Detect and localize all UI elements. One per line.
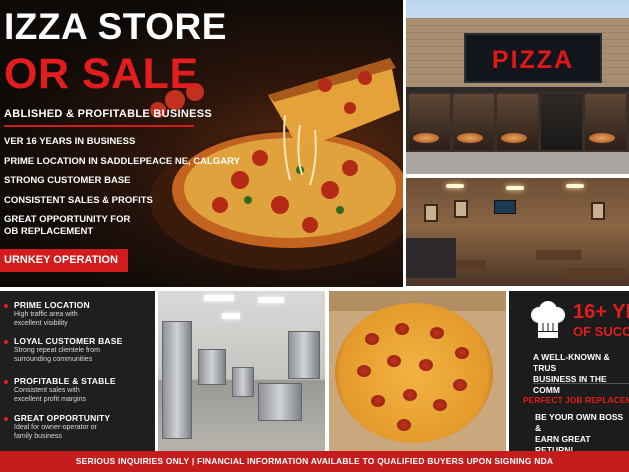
prep-counter: [258, 383, 302, 421]
sidewalk: [406, 152, 629, 174]
storefront-windows: [406, 92, 629, 152]
door: [541, 94, 582, 150]
booth-seat: [406, 238, 456, 278]
years-divider: [533, 383, 629, 384]
feature-item: PROFITABLE & STABLE Consistent sales wit…: [14, 376, 116, 404]
features-panel: PRIME LOCATION High traffic area with ex…: [0, 291, 155, 451]
hero-bullet: PRIME LOCATION IN SADDLEPEACE NE, CALGAR…: [4, 155, 240, 167]
hero-bullet: VER 16 YEARS IN BUSINESS: [4, 136, 136, 147]
ceiling-light: [506, 186, 524, 190]
footer-bar: SERIOUS INQUIRIES ONLY | FINANCIAL INFOR…: [0, 451, 629, 472]
feature-item: GREAT OPPORTUNITY Ideal for owner-operat…: [14, 413, 110, 441]
feature-desc: Strong repeat clientele from surrounding…: [14, 347, 100, 363]
feature-title: PROFITABLE & STABLE: [14, 376, 116, 386]
own-boss-text: BE YOUR OWN BOSS & EARN GREAT RETURN!: [535, 412, 624, 451]
hero-subtitle: ABLISHED & PROFITABLE BUSINESS: [4, 108, 213, 120]
hero-panel: IZZA STORE OR SALE ABLISHED & PROFITABLE…: [0, 0, 403, 287]
years-tagline: A WELL-KNOWN & TRUS BUSINESS IN THE COMM: [533, 352, 610, 395]
years-headline-2: OF SUCC: [573, 324, 629, 339]
hero-bullet: GREAT OPPORTUNITY FOR OB REPLACEMENT: [4, 214, 131, 237]
turnkey-banner: URNKEY OPERATION: [0, 249, 128, 272]
feature-title: LOYAL CUSTOMER BASE: [14, 336, 123, 346]
shelving: [288, 331, 320, 379]
pizza-box-photo: [329, 291, 506, 451]
feature-title: PRIME LOCATION: [14, 300, 90, 310]
ceiling-light: [204, 295, 234, 301]
window: [585, 94, 626, 150]
hero-title-line1: IZZA STORE: [4, 6, 227, 47]
feature-title: GREAT OPPORTUNITY: [14, 413, 111, 423]
pizza-oven: [162, 321, 192, 439]
window: [497, 94, 538, 150]
feature-desc: High traffic area with excellent visibil…: [14, 311, 78, 327]
store-sign: PIZZA: [464, 33, 602, 83]
window: [453, 94, 494, 150]
hero-title-line2: OR SALE: [4, 50, 199, 98]
dining-table: [566, 268, 626, 278]
hero-bullet: STRONG CUSTOMER BASE: [4, 175, 131, 186]
window: [409, 94, 450, 150]
storefront-photo: PIZZA: [406, 0, 629, 174]
oven-rack: [198, 349, 226, 385]
dining-room-photo: [406, 178, 629, 286]
feature-item: LOYAL CUSTOMER BASE Strong repeat client…: [14, 336, 123, 364]
wall-frame: [424, 204, 438, 222]
feature-desc: Consistent sales with excellent profit m…: [14, 387, 86, 403]
wall-frame: [591, 202, 605, 220]
bullet-icon: [4, 340, 8, 344]
ceiling-light: [258, 297, 284, 303]
ceiling-light: [566, 184, 584, 188]
bullet-icon: [4, 380, 8, 384]
hero-divider: [4, 125, 194, 127]
wall-frame: [454, 200, 468, 218]
feature-desc: Ideal for owner-operator or family busin…: [14, 424, 97, 440]
years-headline: 16+ YEA: [573, 301, 629, 323]
chef-hat-icon: [531, 301, 565, 338]
years-panel: 16+ YEA OF SUCC A WELL-KNOWN & TRUS BUSI…: [509, 291, 629, 451]
bullet-icon: [4, 304, 8, 308]
hero-bullet-list: VER 16 YEARS IN BUSINESS PRIME LOCATION …: [4, 136, 240, 246]
kitchen-photo: [158, 291, 325, 451]
hero-bullet: CONSISTENT SALES & PROFITS: [4, 194, 153, 206]
bullet-icon: [4, 417, 8, 421]
dining-table: [536, 250, 581, 260]
wall-tv: [494, 200, 516, 214]
pepperoni-pizza: [335, 303, 493, 443]
job-replacement-text: PERFECT JOB REPLACEM: [523, 395, 629, 405]
feature-item: PRIME LOCATION High traffic area with ex…: [14, 300, 90, 328]
ceiling-light: [446, 184, 464, 188]
ceiling-light: [222, 313, 240, 319]
fridge: [232, 367, 254, 397]
